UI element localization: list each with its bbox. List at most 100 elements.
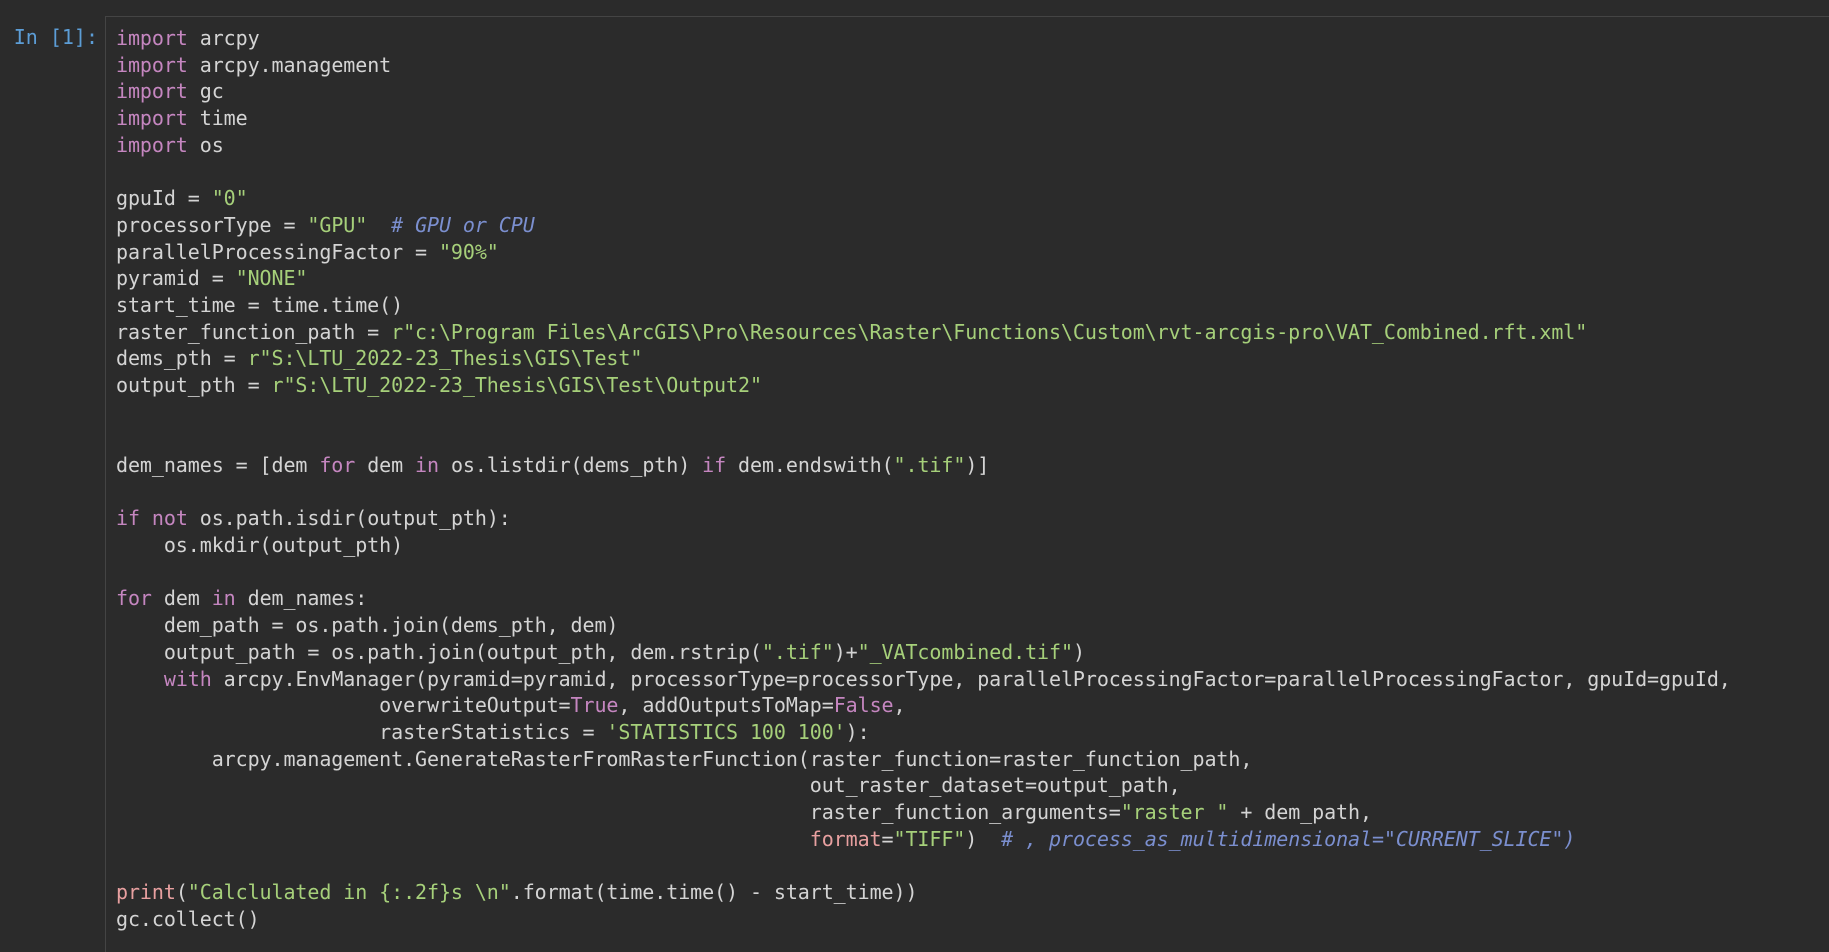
code-token: with: [163, 666, 212, 691]
code-token: raster_function_arguments=: [116, 799, 1121, 824]
code-token: in: [415, 453, 439, 477]
code-token: dem_names = [dem: [116, 453, 320, 477]
code-line: arcpy.management.GenerateRasterFromRaste…: [116, 746, 1731, 773]
code-token: "NONE": [235, 266, 308, 291]
code-token: in: [211, 586, 236, 611]
code-line: print("Calclulated in {:.2f}s \n".format…: [116, 879, 1731, 906]
code-line: dems_pth = r"S:\LTU_2022-23_Thesis\GIS\T…: [116, 345, 1731, 372]
code-token: "_VATcombined.tif": [857, 639, 1073, 664]
code-token: os.listdir(dems_pth): [438, 453, 703, 477]
code-token: arcpy.management: [187, 52, 392, 77]
code-token: import: [116, 26, 188, 50]
code-cell[interactable]: import arcpy import arcpy.management impor…: [105, 16, 1829, 952]
code-token: arcpy: [187, 26, 260, 50]
code-token: "raster ": [1120, 799, 1229, 824]
code-token: , addOutputsToMap=: [618, 693, 834, 718]
code-token: import: [116, 132, 188, 157]
code-token: r"S:\LTU_2022-23_Thesis\GIS\Test\Output2…: [271, 372, 762, 397]
code-token: ".tif": [761, 639, 834, 664]
code-token: dem.endswith(: [726, 453, 894, 477]
code-line: import arcpy: [116, 25, 1731, 52]
code-token: r"c:\Program Files\ArcGIS\Pro\Resources\…: [391, 319, 1588, 344]
code-token: not: [151, 506, 188, 531]
code-token: os.mkdir(output_pth): [116, 533, 404, 558]
code-line: pyramid = "NONE": [116, 265, 1731, 292]
code-token: dem: [151, 586, 212, 611]
code-token: import: [116, 106, 188, 131]
code-token: raster_function_path =: [116, 319, 392, 344]
code-token: =: [881, 826, 894, 851]
code-token: gpuId =: [116, 186, 212, 211]
code-line: import time: [116, 105, 1731, 132]
cell-prompt: In [1]:: [13, 25, 98, 49]
code-token: import: [116, 79, 188, 104]
code-line: gc.collect(): [116, 906, 1731, 933]
code-line: dem_names = [dem for dem in os.listdir(d…: [116, 452, 1731, 479]
code-token: "Calclulated in {:.2f}s \n": [187, 880, 511, 904]
code-token: overwriteOutput=: [116, 693, 571, 718]
code-token: "TIFF": [893, 826, 966, 851]
code-line: processorType = "GPU" # GPU or CPU: [116, 212, 1731, 239]
code-token: ): [965, 826, 1002, 851]
code-line: ​: [116, 425, 1731, 452]
code-editor[interactable]: import arcpy import arcpy.management impor…: [116, 25, 1731, 932]
code-token: time: [187, 106, 248, 131]
code-token: gc: [187, 79, 224, 104]
code-line: out_raster_dataset=output_path,: [116, 772, 1731, 799]
code-line: gpuId = "0": [116, 185, 1731, 212]
code-line: ​: [116, 559, 1731, 586]
code-line: parallelProcessingFactor = "90%": [116, 239, 1731, 266]
code-token: ".tif": [893, 453, 966, 477]
code-token: )+: [833, 639, 858, 664]
code-token: if: [116, 506, 140, 531]
code-token: os.path.isdir(output_pth):: [187, 506, 511, 531]
code-token: True: [570, 693, 619, 718]
code-line: rasterStatistics = 'STATISTICS 100 100')…: [116, 719, 1731, 746]
code-line: import os: [116, 132, 1731, 159]
code-token: if: [702, 453, 727, 477]
code-token: dem_names:: [235, 586, 368, 611]
code-line: raster_function_path = r"c:\Program File…: [116, 319, 1731, 346]
code-line: with arcpy.EnvManager(pyramid=pyramid, p…: [116, 666, 1731, 693]
code-token: dem: [355, 453, 416, 477]
code-token: + dem_path,: [1228, 799, 1372, 824]
code-token: rasterStatistics =: [116, 719, 607, 744]
code-token: print: [116, 880, 176, 904]
code-token: ):: [845, 719, 870, 744]
code-line: output_path = os.path.join(output_pth, d…: [116, 639, 1731, 666]
code-token: for: [319, 453, 356, 477]
code-line: ​: [116, 158, 1731, 185]
code-line: for dem in dem_names:: [116, 585, 1731, 612]
code-line: import arcpy.management: [116, 52, 1731, 79]
code-line: raster_function_arguments="raster " + de…: [116, 799, 1731, 826]
code-token: (: [175, 880, 188, 904]
code-token: output_pth =: [116, 372, 272, 397]
code-token: arcpy.management.GenerateRasterFromRaste…: [116, 746, 1253, 771]
code-line: ​: [116, 399, 1731, 426]
code-token: .format(time.time() - start_time)): [510, 880, 918, 904]
code-token: import: [116, 52, 188, 77]
code-token: )]: [965, 453, 990, 477]
code-line: ​: [116, 852, 1731, 879]
code-token: "0": [211, 186, 248, 211]
code-token: start_time = time.time(): [116, 292, 404, 317]
code-line: format="TIFF") # , process_as_multidimen…: [116, 826, 1731, 853]
code-token: processorType =: [116, 212, 308, 237]
code-line: if not os.path.isdir(output_pth):: [116, 505, 1731, 532]
code-line: ​: [116, 479, 1731, 506]
code-token: output_path = os.path.join(output_pth, d…: [116, 639, 762, 664]
code-token: r"S:\LTU_2022-23_Thesis\GIS\Test": [247, 346, 643, 371]
code-token: 'STATISTICS 100 100': [606, 719, 846, 744]
code-token: ,: [893, 693, 906, 718]
code-line: start_time = time.time(): [116, 292, 1731, 319]
code-token: format: [809, 826, 882, 851]
code-token: ): [1072, 639, 1085, 664]
code-token: "90%": [438, 239, 499, 264]
code-token: gc.collect(): [116, 906, 260, 931]
code-token: dems_pth =: [116, 346, 248, 371]
code-token: # GPU or CPU: [391, 212, 535, 237]
